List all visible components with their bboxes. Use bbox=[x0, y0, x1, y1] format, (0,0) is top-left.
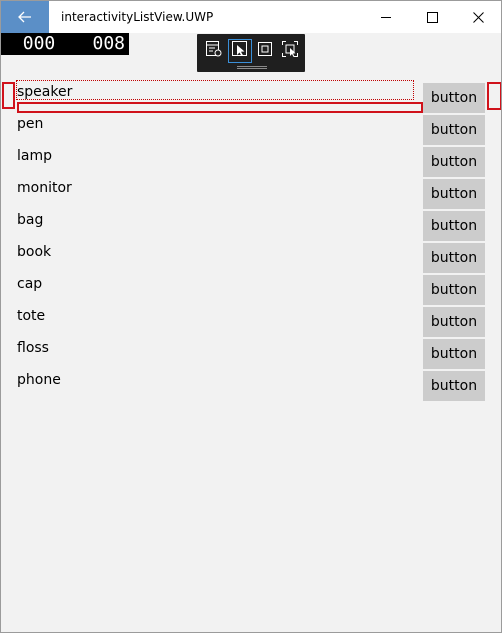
item-label: tote bbox=[17, 308, 46, 324]
back-arrow-icon bbox=[18, 8, 32, 27]
item-button[interactable]: button bbox=[423, 179, 485, 209]
left-edge-adorner bbox=[2, 82, 15, 109]
item-button[interactable]: button bbox=[423, 307, 485, 337]
minimize-button[interactable] bbox=[363, 1, 409, 33]
toolbar-drag-handle[interactable] bbox=[237, 66, 267, 69]
list-item[interactable]: monitor button bbox=[1, 177, 501, 209]
content-area: 000 008 speaker button pen button lamp b… bbox=[1, 33, 501, 632]
item-button[interactable]: button bbox=[423, 243, 485, 273]
debug-toolbar bbox=[197, 34, 305, 72]
item-button[interactable]: button bbox=[423, 83, 485, 113]
focus-rectangle bbox=[16, 80, 414, 100]
list-item[interactable]: phone button bbox=[1, 369, 501, 401]
list-item[interactable]: book button bbox=[1, 241, 501, 273]
list-item[interactable]: cap button bbox=[1, 273, 501, 305]
maximize-button[interactable] bbox=[409, 1, 455, 33]
item-label: pen bbox=[17, 116, 44, 132]
item-label: floss bbox=[17, 340, 49, 356]
list-item[interactable]: floss button bbox=[1, 337, 501, 369]
item-label: book bbox=[17, 244, 52, 260]
item-label: cap bbox=[17, 276, 43, 292]
track-focus-icon bbox=[281, 40, 299, 62]
close-button[interactable] bbox=[455, 1, 501, 33]
live-visual-tree-button[interactable] bbox=[203, 40, 225, 62]
frame-rate-counter: 000 bbox=[1, 33, 77, 55]
title-bar: interactivityListView.UWP bbox=[1, 1, 501, 33]
track-focus-button[interactable] bbox=[279, 40, 301, 62]
item-button[interactable]: button bbox=[423, 371, 485, 401]
item-button[interactable]: button bbox=[423, 147, 485, 177]
item-button[interactable]: button bbox=[423, 211, 485, 241]
item-button[interactable]: button bbox=[423, 339, 485, 369]
visual-tree-icon bbox=[205, 40, 223, 62]
item-label: bag bbox=[17, 212, 44, 228]
maximize-icon bbox=[426, 8, 438, 27]
adorner-icon bbox=[256, 40, 274, 62]
minimize-icon bbox=[380, 8, 392, 27]
frame-time-counter: 008 bbox=[69, 33, 129, 55]
select-element-button[interactable] bbox=[228, 39, 252, 63]
cursor-select-icon bbox=[231, 40, 249, 62]
item-label: monitor bbox=[17, 180, 72, 196]
adorner-highlight bbox=[17, 102, 423, 113]
back-button[interactable] bbox=[1, 1, 49, 33]
list-item[interactable]: tote button bbox=[1, 305, 501, 337]
item-label: phone bbox=[17, 372, 61, 388]
list-item[interactable]: lamp button bbox=[1, 145, 501, 177]
right-edge-adorner bbox=[487, 82, 501, 110]
close-icon bbox=[472, 8, 484, 27]
list-item[interactable]: bag button bbox=[1, 209, 501, 241]
display-adorners-button[interactable] bbox=[254, 40, 276, 62]
app-window: interactivityListView.UWP 000 008 speake… bbox=[0, 0, 502, 633]
window-title: interactivityListView.UWP bbox=[61, 10, 214, 24]
item-button[interactable]: button bbox=[423, 115, 485, 145]
item-button[interactable]: button bbox=[423, 275, 485, 305]
item-label: lamp bbox=[17, 148, 52, 164]
list-item[interactable]: pen button bbox=[1, 113, 501, 145]
